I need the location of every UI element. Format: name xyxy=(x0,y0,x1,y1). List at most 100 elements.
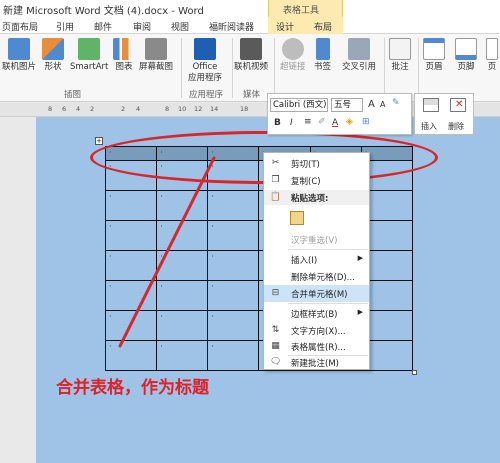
insert-table-icon[interactable] xyxy=(423,98,439,112)
table-cell[interactable] xyxy=(104,279,158,311)
chevron-right-icon: ▶ xyxy=(357,308,363,316)
ruler-number: 8 xyxy=(165,105,170,113)
menu-header-paste-options: 📋 粘贴选项: xyxy=(264,190,369,205)
menu-item-new-comment[interactable]: 🗨 新建批注(M) xyxy=(264,354,369,371)
online-picture-button[interactable]: 联机图片 xyxy=(2,38,36,73)
ribbon: 联机图片 形状 SmartArt 图表 屏幕截图 插图 Office 应用程序 … xyxy=(0,34,500,102)
shapes-button[interactable]: 形状 xyxy=(42,38,64,73)
tab-foxit-reader[interactable]: 福昕阅读器 xyxy=(209,20,254,33)
table-cell[interactable] xyxy=(156,339,209,372)
page-number-icon xyxy=(486,38,498,60)
menu-item-text-direction[interactable]: ⇅ 文字方向(X)... xyxy=(264,322,369,339)
title-bar: 新建 Microsoft Word 文档 (4).docx - Word 表格工… xyxy=(0,0,500,17)
table-cell[interactable] xyxy=(104,339,158,372)
menu-item-copy[interactable]: ❐ 复制(C) xyxy=(264,172,369,189)
office-apps-button[interactable]: Office 应用程序 xyxy=(188,38,222,84)
table-cell[interactable] xyxy=(156,189,209,221)
ruler-number: 4 xyxy=(76,105,81,113)
tab-review[interactable]: 审阅 xyxy=(133,20,151,33)
borders-icon[interactable]: ⊞ xyxy=(362,117,370,127)
ruler-number: 12 xyxy=(194,105,203,113)
table-resize-handle-icon[interactable] xyxy=(412,370,417,375)
table-cell[interactable] xyxy=(156,219,209,251)
ruler-number: 2 xyxy=(90,105,95,113)
bookmark-button[interactable]: 书签 xyxy=(314,38,331,73)
menu-item-merge-cells[interactable]: ⊟ 合并单元格(M) xyxy=(264,285,369,302)
scissors-icon: ✂ xyxy=(271,158,280,168)
chart-icon xyxy=(113,38,135,60)
shading-icon[interactable]: ◈ xyxy=(346,117,353,127)
menu-item-cut[interactable]: ✂ 剪切(T) xyxy=(264,155,369,172)
font-name-select[interactable]: Calibri (西文) xyxy=(270,98,328,112)
bold-button[interactable]: B xyxy=(274,118,281,128)
table-cell[interactable] xyxy=(156,309,209,341)
table-cell[interactable] xyxy=(207,189,260,221)
screenshot-icon xyxy=(145,38,167,60)
table-cell[interactable] xyxy=(156,279,209,311)
italic-button[interactable]: I xyxy=(290,118,293,128)
tab-view[interactable]: 视图 xyxy=(171,20,189,33)
ribbon-separator xyxy=(418,38,419,98)
table-cell[interactable] xyxy=(207,279,260,311)
ribbon-separator xyxy=(384,38,385,98)
online-video-button[interactable]: 联机视频 xyxy=(234,38,268,73)
merge-cells-icon: ⊟ xyxy=(271,288,280,298)
online-picture-icon xyxy=(8,38,30,60)
footer-button[interactable]: 页脚 xyxy=(455,38,477,73)
align-button[interactable]: ≡ xyxy=(304,117,312,127)
shrink-font-button[interactable]: A xyxy=(380,100,385,109)
grow-font-button[interactable]: A xyxy=(368,99,375,110)
office-store-icon xyxy=(194,38,216,60)
comment-button[interactable]: 批注 xyxy=(389,38,411,73)
menu-item-hanzi-reselect: 汉字重选(V) xyxy=(291,236,338,246)
tab-design[interactable]: 设计 xyxy=(268,17,308,34)
context-menu: ✂ 剪切(T) ❐ 复制(C) 📋 粘贴选项: 汉字重选(V) 插入(I) ▶ … xyxy=(263,152,370,370)
table-move-handle-icon[interactable]: + xyxy=(95,137,103,145)
screenshot-button[interactable]: 屏幕截图 xyxy=(139,38,173,73)
clipboard-icon: 📋 xyxy=(270,192,281,202)
tab-mailings[interactable]: 邮件 xyxy=(94,20,112,33)
font-size-select[interactable]: 五号 xyxy=(331,98,363,112)
page-number-button[interactable]: 页 xyxy=(486,38,498,73)
tab-references[interactable]: 引用 xyxy=(56,20,74,33)
hyperlink-button[interactable]: 超链接 xyxy=(280,38,306,73)
table-cell[interactable] xyxy=(104,249,158,281)
cross-reference-button[interactable]: 交叉引用 xyxy=(342,38,376,73)
font-color-button[interactable]: A xyxy=(332,118,338,128)
table-cell[interactable] xyxy=(156,249,209,281)
table-cell[interactable] xyxy=(104,309,158,341)
ribbon-separator xyxy=(181,38,182,98)
group-apps-label: 应用程序 xyxy=(189,90,224,100)
highlight-icon[interactable]: ✐ xyxy=(318,117,326,127)
menu-item-delete-cells[interactable]: 删除单元格(D)... xyxy=(264,268,369,285)
menu-item-border-styles[interactable]: 边框样式(B) ▶ xyxy=(264,305,369,322)
footer-icon xyxy=(455,38,477,60)
menu-item-paste-keep[interactable] xyxy=(264,207,369,229)
delete-label[interactable]: 删除 xyxy=(448,121,464,132)
smartart-button[interactable]: SmartArt xyxy=(70,38,108,73)
table-cell[interactable] xyxy=(104,189,158,221)
table-cell[interactable] xyxy=(104,219,158,251)
ruler-number: 8 xyxy=(48,105,53,113)
menu-item-table-properties[interactable]: ▦ 表格属性(R)... xyxy=(264,338,369,355)
tab-layout[interactable]: 布局 xyxy=(308,17,343,34)
insert-label[interactable]: 插入 xyxy=(421,121,437,132)
header-button[interactable]: 页眉 xyxy=(423,38,445,73)
copy-icon: ❐ xyxy=(271,175,280,185)
smartart-icon xyxy=(78,38,101,60)
context-tab-group-label: 表格工具 xyxy=(283,6,320,16)
ribbon-tab-bar: 页面布局 引用 邮件 审阅 视图 福昕阅读器 设计 布局 xyxy=(0,17,500,34)
chart-button[interactable]: 图表 xyxy=(113,38,135,73)
table-cell[interactable] xyxy=(207,219,260,251)
format-painter-icon[interactable]: ✎ xyxy=(392,98,400,108)
annotation-caption: 合并表格，作为标题 xyxy=(56,378,209,398)
new-comment-icon: 🗨 xyxy=(270,357,282,367)
delete-x-icon: ✕ xyxy=(455,99,464,110)
ribbon-separator xyxy=(232,38,233,98)
menu-item-insert[interactable]: 插入(I) ▶ xyxy=(264,251,369,268)
comment-icon xyxy=(389,38,411,60)
tab-page-layout[interactable]: 页面布局 xyxy=(2,20,38,33)
table-cell[interactable] xyxy=(207,249,260,281)
table-cell[interactable] xyxy=(207,309,260,341)
table-cell[interactable] xyxy=(207,339,260,372)
